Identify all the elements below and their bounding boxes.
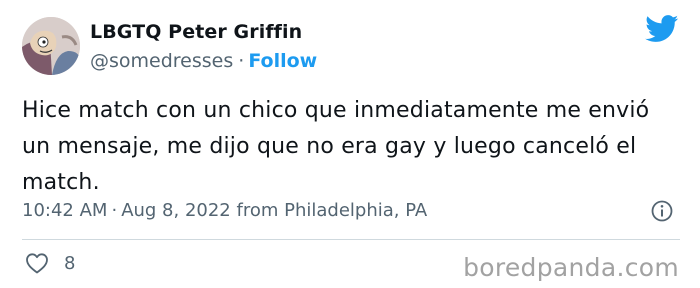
handle-separator: · <box>238 50 245 72</box>
tweet-date[interactable]: Aug 8, 2022 <box>121 200 231 221</box>
twitter-bird-icon[interactable] <box>645 15 679 43</box>
avatar[interactable] <box>22 17 80 75</box>
tweet-card: LBGTQ Peter Griffin @somedresses · Follow … <box>0 0 700 288</box>
like-count: 8 <box>64 253 76 274</box>
heart-icon[interactable] <box>25 252 49 274</box>
meta-separator: · <box>111 200 118 221</box>
tweet-location: from Philadelphia, PA <box>236 200 428 221</box>
tweet-meta: 10:42 AM · Aug 8, 2022 from Philadelphia, … <box>22 200 427 221</box>
user-handle[interactable]: @somedresses <box>90 50 233 72</box>
tweet-time[interactable]: 10:42 AM <box>22 200 107 221</box>
handle-row: @somedresses · Follow <box>90 50 317 72</box>
follow-button[interactable]: Follow <box>248 50 317 72</box>
tweet-text: Hice match con un chico que inmediatamen… <box>22 98 650 195</box>
info-icon[interactable] <box>650 199 674 223</box>
watermark: boredpanda.com <box>463 253 679 282</box>
display-name[interactable]: LBGTQ Peter Griffin <box>90 21 302 43</box>
divider <box>22 239 680 240</box>
